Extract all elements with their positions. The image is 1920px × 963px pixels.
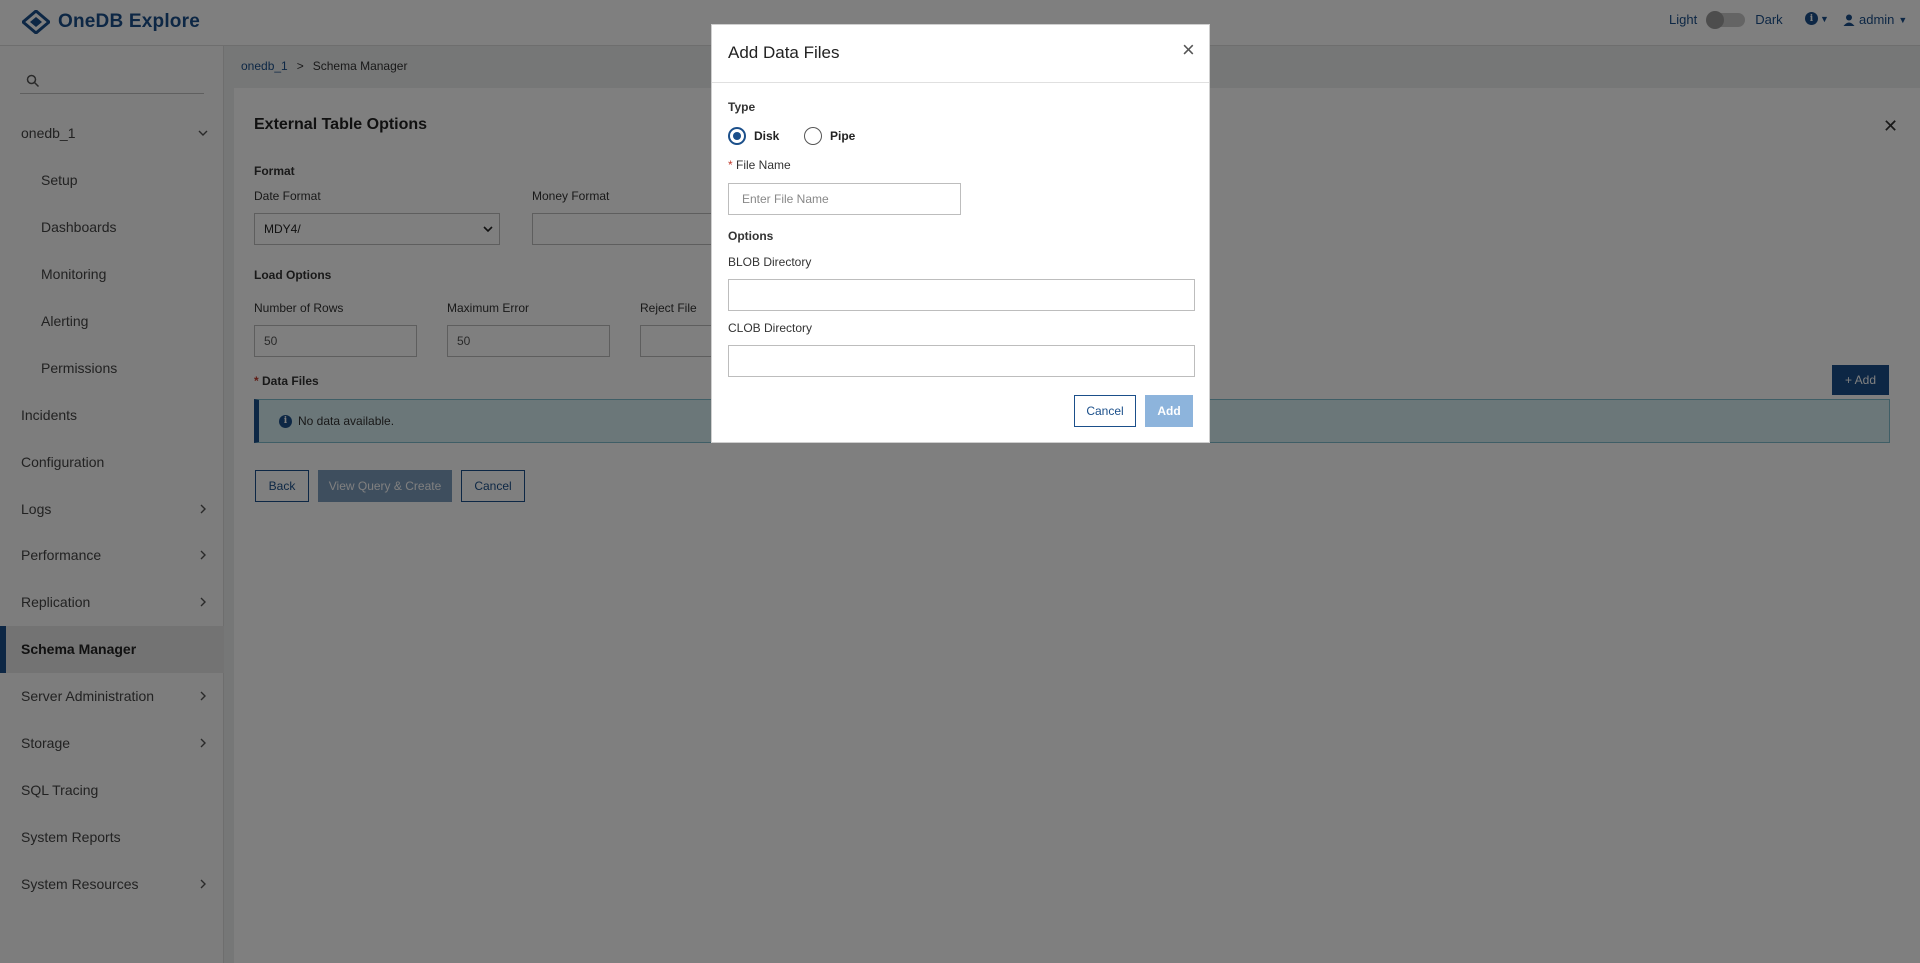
- add-data-files-modal: Add Data Files × Type Disk Pipe * File N…: [711, 24, 1210, 443]
- modal-header: Add Data Files ×: [712, 25, 1209, 83]
- radio-unselected-icon: [804, 127, 822, 145]
- required-marker: *: [728, 158, 733, 172]
- modal-add-button[interactable]: Add: [1145, 395, 1193, 427]
- type-label: Type: [728, 100, 756, 114]
- type-option-disk: Disk: [754, 129, 780, 143]
- blob-directory-label: BLOB Directory: [728, 255, 812, 269]
- clob-directory-label: CLOB Directory: [728, 321, 813, 335]
- close-icon[interactable]: ×: [1182, 39, 1195, 61]
- modal-title: Add Data Files: [728, 43, 840, 62]
- file-name-label-row: * File Name: [728, 158, 791, 172]
- options-label: Options: [728, 229, 774, 243]
- clob-directory-input[interactable]: [728, 345, 1195, 377]
- type-radio-pipe[interactable]: Pipe: [804, 127, 855, 145]
- radio-selected-icon: [728, 127, 746, 145]
- type-radio-disk[interactable]: Disk: [728, 127, 779, 145]
- file-name-label: File Name: [736, 158, 791, 172]
- blob-directory-input[interactable]: [728, 279, 1195, 311]
- modal-cancel-button[interactable]: Cancel: [1074, 395, 1136, 427]
- file-name-input[interactable]: Enter File Name: [728, 183, 961, 215]
- type-option-pipe: Pipe: [830, 129, 856, 143]
